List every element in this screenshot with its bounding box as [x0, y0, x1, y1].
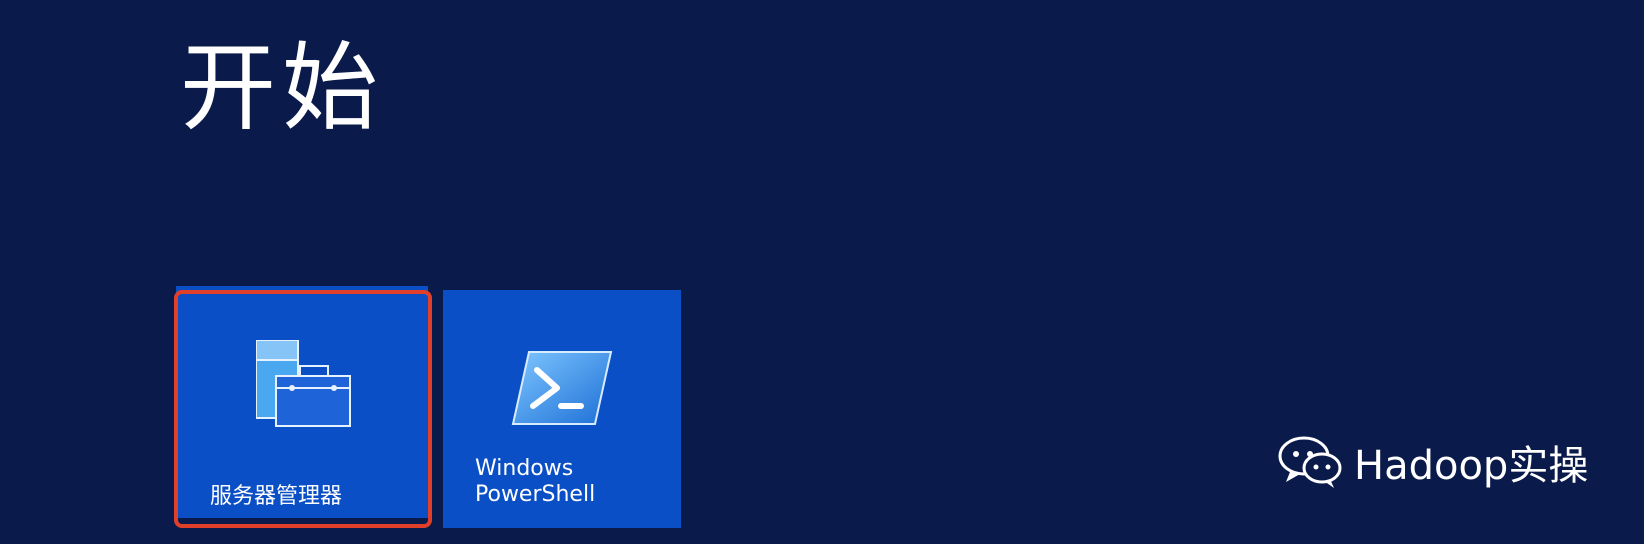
tile-server-manager-label: 服务器管理器	[210, 484, 343, 509]
server-manager-icon	[255, 339, 352, 430]
powershell-icon	[509, 348, 619, 428]
tile-windows-powershell-label-line2: PowerShell	[475, 482, 596, 507]
start-title: 开始	[180, 32, 384, 144]
watermark: Hadoop实操	[1276, 432, 1588, 492]
tile-windows-powershell-label-line1: Windows	[475, 456, 574, 481]
watermark-text: Hadoop实操	[1354, 443, 1589, 489]
tile-windows-powershell[interactable]: Windows PowerShell	[443, 290, 681, 528]
wechat-icon	[1276, 434, 1344, 490]
tile-server-manager[interactable]: 服务器管理器	[176, 286, 428, 518]
